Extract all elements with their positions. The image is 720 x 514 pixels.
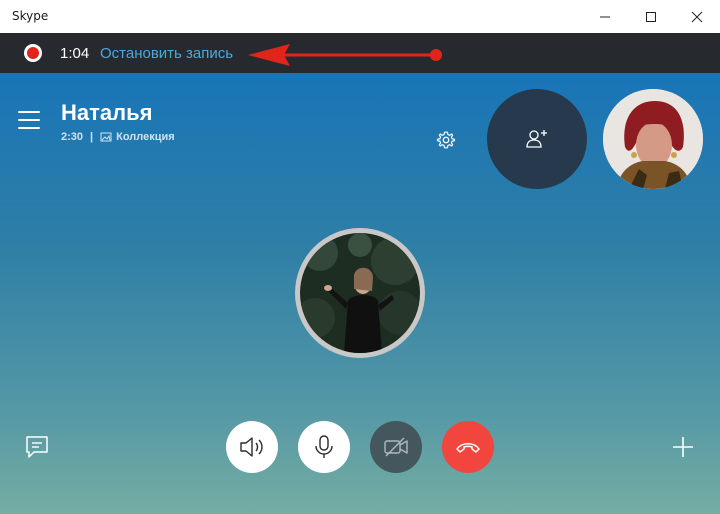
maximize-button[interactable] <box>628 0 674 33</box>
separator: | <box>90 131 94 143</box>
self-avatar <box>603 89 703 189</box>
video-toggle-button[interactable] <box>370 421 422 473</box>
gear-icon[interactable] <box>435 129 457 151</box>
chat-icon[interactable] <box>24 434 50 460</box>
menu-button[interactable] <box>18 110 42 130</box>
gallery-icon <box>100 132 112 142</box>
microphone-button[interactable] <box>298 421 350 473</box>
self-avatar-photo <box>603 89 703 189</box>
hamburger-line <box>18 127 40 129</box>
add-person-icon <box>526 130 547 148</box>
stop-recording-link[interactable]: Остановить запись <box>100 45 233 62</box>
plus-icon[interactable] <box>670 434 696 460</box>
close-button[interactable] <box>674 0 720 33</box>
close-icon <box>691 11 703 22</box>
arrow-annotation <box>248 44 442 66</box>
end-call-icon <box>456 443 480 453</box>
collection-link[interactable]: Коллекция <box>116 131 175 143</box>
hamburger-icon <box>18 111 40 113</box>
recording-time: 1:04 <box>60 45 90 62</box>
speaker-icon <box>240 437 263 457</box>
call-duration: 2:30 <box>61 131 84 143</box>
minimize-button[interactable] <box>582 0 628 33</box>
contact-name: Наталья <box>61 100 153 125</box>
record-icon <box>24 44 42 62</box>
window-title: Skype <box>12 9 49 23</box>
speaker-button[interactable] <box>226 421 278 473</box>
add-person-button[interactable] <box>487 89 587 189</box>
remote-avatar-photo-frame <box>300 233 420 353</box>
video-off-icon <box>384 437 408 457</box>
hamburger-line <box>18 119 40 121</box>
title-bar: Skype <box>0 0 720 34</box>
minimize-icon <box>600 16 610 17</box>
remote-avatar <box>295 228 425 358</box>
microphone-icon <box>315 435 333 458</box>
skype-window: Skype 1:04 Остановить запись Наталья 2:3… <box>0 0 720 514</box>
remote-avatar-photo <box>300 233 420 353</box>
call-subtitle: 2:30 | Коллекция <box>61 131 175 143</box>
end-call-button[interactable] <box>442 421 494 473</box>
maximize-icon <box>646 11 656 22</box>
